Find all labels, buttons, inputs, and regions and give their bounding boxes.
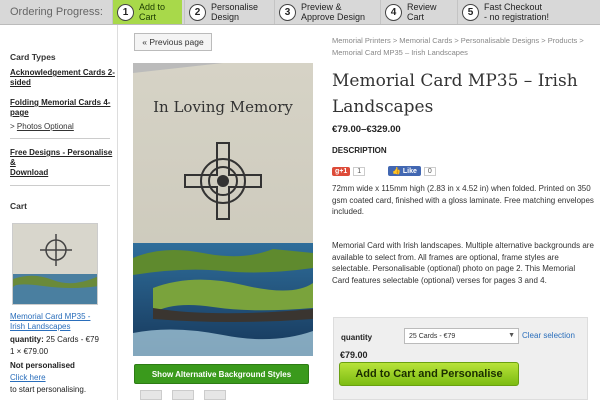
product-image[interactable]: In Loving Memory [133, 63, 313, 356]
thumbnail[interactable] [172, 390, 194, 400]
cart-heading: Cart [10, 201, 28, 211]
step-label: Personalise Design [211, 2, 259, 22]
quantity-select[interactable]: 25 Cards - €79 ▼ [404, 328, 519, 344]
description-heading: DESCRIPTION [332, 146, 387, 155]
social-share-bar: g+1 1 👍 Like 0 [332, 166, 436, 176]
thumbnail-strip [140, 390, 226, 400]
sidebar-link-free-designs[interactable]: Free Designs - Personalise & Download [10, 148, 117, 178]
description-paragraph-1: 72mm wide x 115mm high (2.83 in x 4.52 i… [332, 184, 594, 216]
step-number: 5 [462, 3, 479, 21]
show-alternative-backgrounds-button[interactable]: Show Alternative Background Styles [134, 364, 309, 384]
step-number: 2 [189, 3, 206, 21]
google-plus-button[interactable]: g+1 [332, 166, 351, 176]
thumbs-up-icon: 👍 [392, 168, 401, 175]
step-number: 4 [385, 3, 402, 21]
thumbnail[interactable] [204, 390, 226, 400]
facebook-like-button[interactable]: 👍 Like [388, 166, 421, 176]
progress-step-checkout[interactable]: 5 Fast Checkout - no registration! [457, 0, 600, 24]
card-types-heading: Card Types [10, 52, 56, 62]
cart-item-status: Not personalised [10, 361, 75, 370]
price-range: €79.00–€329.00 [332, 124, 401, 135]
step-number: 1 [117, 3, 134, 21]
step-label: Review Cart [407, 2, 437, 22]
cart-item-name-link[interactable]: Memorial Card MP35 - Irish Landscapes [10, 312, 90, 332]
sidebar-link-photos-optional[interactable]: > Photos Optional [10, 122, 74, 131]
facebook-like-count: 0 [423, 166, 436, 176]
add-to-cart-panel: quantity 25 Cards - €79 ▼ Clear selectio… [333, 317, 588, 400]
progress-step-preview[interactable]: 3 Preview & Approve Design [274, 0, 374, 24]
previous-page-button[interactable]: « Previous page [134, 33, 212, 51]
left-sidebar: Card Types Acknowledgement Cards 2- sided… [0, 25, 118, 400]
breadcrumb[interactable]: Memorial Printers > Memorial Cards > Per… [332, 35, 594, 59]
selected-price: €79.00 [340, 350, 368, 360]
card-front-text: In Loving Memory [153, 98, 293, 116]
divider [10, 138, 110, 139]
cart-item-line-total: 1 × €79.00 [10, 347, 49, 356]
divider [10, 185, 110, 186]
step-label: Preview & Approve Design [301, 2, 366, 22]
cart-item-thumbnail[interactable] [12, 223, 98, 305]
step-label: Fast Checkout - no registration! [484, 2, 550, 22]
chevron-down-icon: ▼ [508, 332, 515, 339]
step-label: Add to Cart [139, 2, 166, 22]
progress-step-add-to-cart[interactable]: 1 Add to Cart [112, 0, 182, 24]
product-title: Memorial Card MP35 – Irish Landscapes [332, 71, 578, 117]
sidebar-link-acknowledgement-cards[interactable]: Acknowledgement Cards 2- sided [10, 68, 115, 88]
description-paragraph-2: Memorial Card with Irish landscapes. Mul… [332, 241, 594, 285]
ordering-progress-bar: Ordering Progress: 1 Add to Cart 2 Person… [0, 0, 600, 25]
progress-label: Ordering Progress: [10, 6, 103, 18]
progress-step-personalise[interactable]: 2 Personalise Design [184, 0, 272, 24]
cart-item-quantity: quantity: 25 Cards - €79 [10, 335, 99, 344]
quantity-label: quantity [341, 333, 373, 342]
click-here-link[interactable]: Click here [10, 373, 46, 383]
progress-step-review-cart[interactable]: 4 Review Cart [380, 0, 455, 24]
click-here-suffix: to start personalising. [10, 385, 87, 394]
thumbnail[interactable] [140, 390, 162, 400]
google-plus-count: 1 [353, 166, 366, 176]
step-number: 3 [279, 3, 296, 21]
add-to-cart-button[interactable]: Add to Cart and Personalise [339, 362, 519, 386]
sidebar-link-folding-memorial-cards[interactable]: Folding Memorial Cards 4- page [10, 98, 110, 118]
clear-selection-link[interactable]: Clear selection [522, 331, 575, 340]
chevron-right-icon: > [10, 122, 15, 131]
